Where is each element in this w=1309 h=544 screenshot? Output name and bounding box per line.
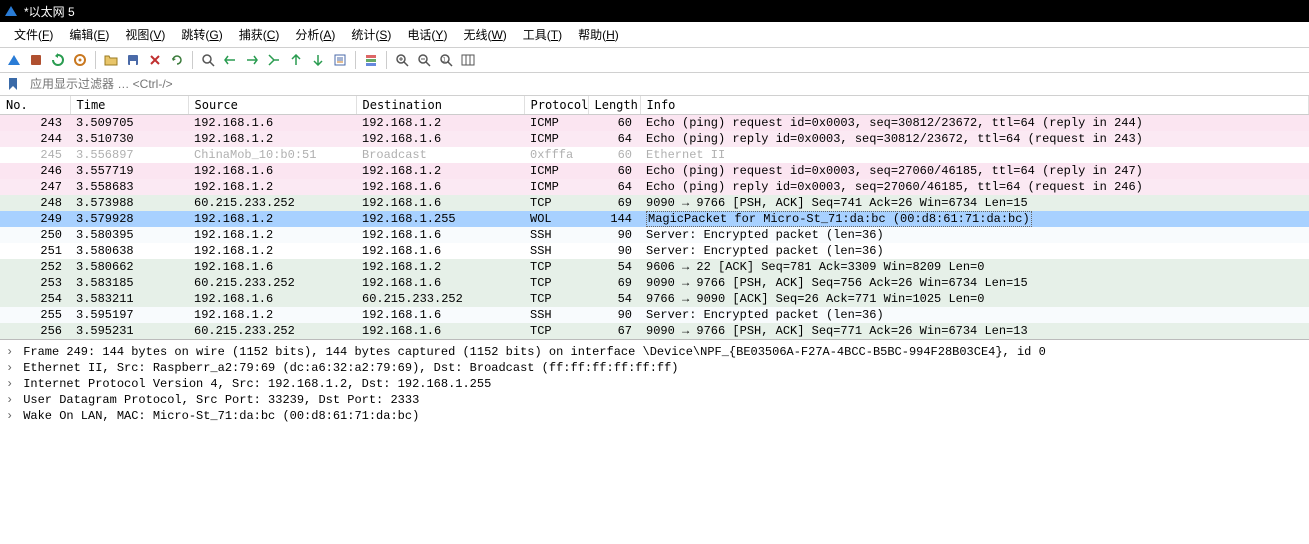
packet-row[interactable]: 2473.558683192.168.1.2192.168.1.6ICMP64E…: [0, 179, 1309, 195]
column-header[interactable]: Source: [188, 96, 356, 115]
menu-item[interactable]: 工具(T): [515, 24, 570, 45]
menu-item[interactable]: 跳转(G): [173, 24, 230, 45]
packet-row[interactable]: 2443.510730192.168.1.2192.168.1.6ICMP64E…: [0, 131, 1309, 147]
column-header[interactable]: Length: [588, 96, 640, 115]
packet-list-pane[interactable]: No.TimeSourceDestinationProtocolLengthIn…: [0, 96, 1309, 339]
zoom-out-button[interactable]: [414, 50, 434, 70]
capture-options-button[interactable]: [70, 50, 90, 70]
packet-row[interactable]: 2453.556897ChinaMob_10:b0:51Broadcast0xf…: [0, 147, 1309, 163]
detail-tree-item[interactable]: › Ethernet II, Src: Raspberr_a2:79:69 (d…: [0, 360, 1309, 376]
menu-item[interactable]: 电话(Y): [399, 24, 455, 45]
column-header[interactable]: Destination: [356, 96, 524, 115]
zoom-reset-button[interactable]: 1: [436, 50, 456, 70]
column-header[interactable]: Time: [70, 96, 188, 115]
menu-item[interactable]: 统计(S): [343, 24, 399, 45]
stop-capture-button[interactable]: [26, 50, 46, 70]
packet-row[interactable]: 2523.580662192.168.1.6192.168.1.2TCP5496…: [0, 259, 1309, 275]
window-title: *以太网 5: [24, 3, 75, 20]
colorize-button[interactable]: [361, 50, 381, 70]
detail-tree-item[interactable]: › Frame 249: 144 bytes on wire (1152 bit…: [0, 344, 1309, 360]
packet-details-pane[interactable]: › Frame 249: 144 bytes on wire (1152 bit…: [0, 339, 1309, 484]
app-icon: [4, 4, 18, 18]
packet-row[interactable]: 2503.580395192.168.1.2192.168.1.6SSH90Se…: [0, 227, 1309, 243]
detail-tree-item[interactable]: › Internet Protocol Version 4, Src: 192.…: [0, 376, 1309, 392]
auto-scroll-button[interactable]: [330, 50, 350, 70]
packet-row[interactable]: 2543.583211192.168.1.660.215.233.252TCP5…: [0, 291, 1309, 307]
resize-columns-button[interactable]: [458, 50, 478, 70]
packet-row[interactable]: 2483.57398860.215.233.252192.168.1.6TCP6…: [0, 195, 1309, 211]
find-packet-button[interactable]: [198, 50, 218, 70]
go-to-packet-button[interactable]: [264, 50, 284, 70]
column-header[interactable]: No.: [0, 96, 70, 115]
zoom-in-button[interactable]: [392, 50, 412, 70]
close-file-button[interactable]: [145, 50, 165, 70]
packet-row[interactable]: 2433.509705192.168.1.6192.168.1.2ICMP60E…: [0, 115, 1309, 132]
packet-row[interactable]: 2493.579928192.168.1.2192.168.1.255WOL14…: [0, 211, 1309, 227]
menu-item[interactable]: 帮助(H): [570, 24, 627, 45]
column-header[interactable]: Protocol: [524, 96, 588, 115]
go-back-button[interactable]: [220, 50, 240, 70]
bookmark-filter-icon[interactable]: [4, 75, 22, 93]
menu-item[interactable]: 捕获(C): [231, 24, 288, 45]
column-header[interactable]: Info: [640, 96, 1309, 115]
display-filter-input[interactable]: [26, 74, 1309, 94]
restart-capture-button[interactable]: [48, 50, 68, 70]
reload-button[interactable]: [167, 50, 187, 70]
go-last-button[interactable]: [308, 50, 328, 70]
detail-tree-item[interactable]: › Wake On LAN, MAC: Micro-St_71:da:bc (0…: [0, 408, 1309, 424]
title-bar: *以太网 5: [0, 0, 1309, 22]
go-forward-button[interactable]: [242, 50, 262, 70]
menu-bar: 文件(F)编辑(E)视图(V)跳转(G)捕获(C)分析(A)统计(S)电话(Y)…: [0, 22, 1309, 48]
packet-row[interactable]: 2563.59523160.215.233.252192.168.1.6TCP6…: [0, 323, 1309, 339]
start-capture-button[interactable]: [4, 50, 24, 70]
menu-item[interactable]: 无线(W): [455, 24, 514, 45]
go-first-button[interactable]: [286, 50, 306, 70]
packet-row[interactable]: 2513.580638192.168.1.2192.168.1.6SSH90Se…: [0, 243, 1309, 259]
save-file-button[interactable]: [123, 50, 143, 70]
main-toolbar: 1: [0, 48, 1309, 73]
packet-row[interactable]: 2463.557719192.168.1.6192.168.1.2ICMP60E…: [0, 163, 1309, 179]
menu-item[interactable]: 编辑(E): [61, 24, 117, 45]
open-file-button[interactable]: [101, 50, 121, 70]
menu-item[interactable]: 视图(V): [117, 24, 173, 45]
menu-item[interactable]: 分析(A): [287, 24, 343, 45]
detail-tree-item[interactable]: › User Datagram Protocol, Src Port: 3323…: [0, 392, 1309, 408]
packet-row[interactable]: 2553.595197192.168.1.2192.168.1.6SSH90Se…: [0, 307, 1309, 323]
display-filter-bar: [0, 73, 1309, 96]
packet-row[interactable]: 2533.58318560.215.233.252192.168.1.6TCP6…: [0, 275, 1309, 291]
menu-item[interactable]: 文件(F): [6, 24, 61, 45]
